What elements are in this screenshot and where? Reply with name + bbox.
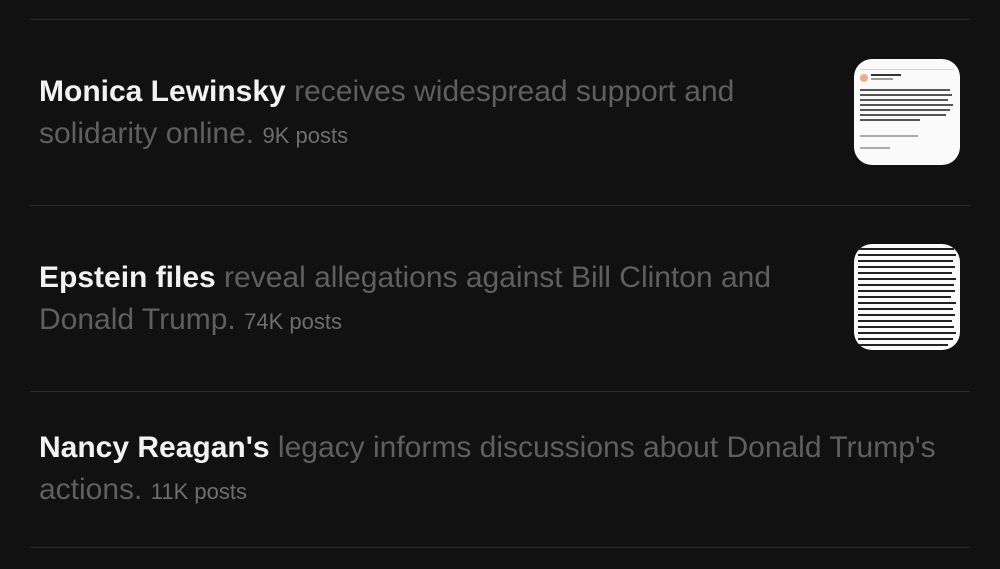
trend-title: Monica Lewinsky: [39, 75, 286, 108]
trend-thumbnail[interactable]: [854, 59, 960, 165]
trend-thumbnail[interactable]: [854, 244, 960, 350]
trend-post-count: 9K posts: [262, 123, 349, 148]
trend-title: Nancy Reagan's: [39, 431, 270, 464]
trend-post-count: 74K posts: [244, 309, 342, 334]
trend-post-count: 11K posts: [150, 479, 247, 504]
trend-text: Monica Lewinsky receives widespread supp…: [39, 71, 779, 157]
divider: [30, 547, 970, 548]
trend-text: Nancy Reagan's legacy informs discussion…: [39, 427, 939, 513]
trend-item-monica-lewinsky[interactable]: Monica Lewinsky receives widespread supp…: [0, 20, 1000, 205]
trend-text: Epstein files reveal allegations against…: [39, 257, 779, 343]
trending-feed: Monica Lewinsky receives widespread supp…: [0, 0, 1000, 569]
trend-item-nancy-reagan[interactable]: Nancy Reagan's legacy informs discussion…: [0, 392, 1000, 547]
trend-title: Epstein files: [39, 261, 216, 294]
avatar: [860, 74, 868, 82]
trend-item-epstein-files[interactable]: Epstein files reveal allegations against…: [0, 206, 1000, 391]
